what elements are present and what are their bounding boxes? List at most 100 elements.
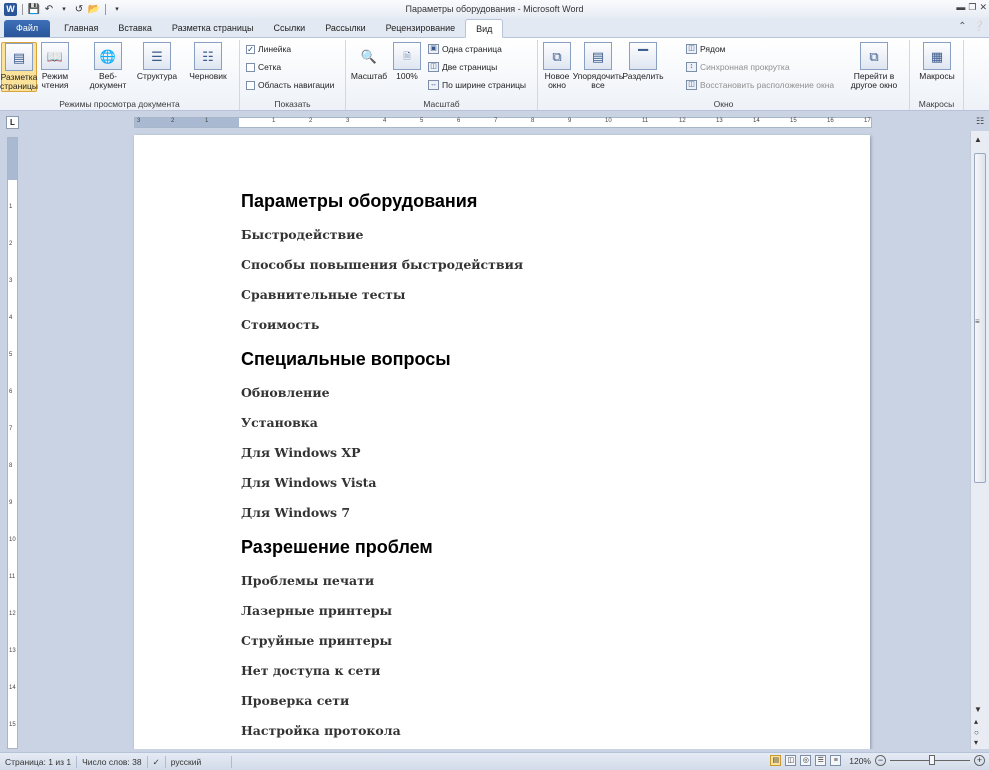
zoom-100-button[interactable]: 🗎 100% — [393, 42, 421, 81]
window-title: Параметры оборудования - Microsoft Word — [405, 4, 584, 14]
heading-2[interactable]: Лазерные принтеры — [241, 603, 392, 618]
heading-2[interactable]: Для Windows XP — [241, 445, 361, 460]
zoom-level[interactable]: 120% — [849, 756, 871, 766]
next-page-icon[interactable]: ▾ — [974, 738, 978, 747]
draft-button[interactable]: ☷ Черновик — [182, 42, 234, 81]
reset-position-label: Восстановить расположение окна — [700, 80, 835, 90]
heading-2[interactable]: Установка — [241, 415, 318, 430]
gridlines-checkbox[interactable]: Сетка — [246, 62, 281, 72]
tab-mailings[interactable]: Рассылки — [315, 20, 375, 37]
zoom-button[interactable]: 🔍 Масштаб — [351, 42, 387, 81]
help-icon[interactable]: ❔ — [973, 21, 985, 32]
heading-2[interactable]: Проблемы печати — [241, 573, 374, 588]
arrange-all-label: Упорядочить все — [572, 71, 624, 90]
tab-references[interactable]: Ссылки — [264, 20, 316, 37]
heading-2[interactable]: Настройка протокола — [241, 723, 401, 738]
zoom-slider-thumb[interactable] — [929, 755, 935, 765]
checkbox-empty-icon[interactable] — [246, 80, 255, 90]
heading-2[interactable]: Способы повышения быстродействия — [241, 257, 523, 272]
draft-view-icon[interactable]: ≡ — [830, 755, 842, 766]
heading-1[interactable]: Специальные вопросы — [241, 349, 451, 370]
ruler-checkbox[interactable]: ✓ Линейка — [246, 44, 291, 54]
dropdown-arrow-icon[interactable]: ▾ — [58, 3, 70, 15]
reset-position-button[interactable]: ◫ Восстановить расположение окна — [686, 80, 834, 90]
split-button[interactable]: ▔ Разделить — [622, 42, 664, 81]
heading-2[interactable]: Обновление — [241, 385, 330, 400]
checkbox-checked-icon[interactable]: ✓ — [246, 44, 255, 54]
heading-2[interactable]: Для Windows Vista — [241, 475, 377, 490]
heading-2[interactable]: Сравнительные тесты — [241, 287, 405, 302]
new-window-button[interactable]: ⧉ Новое окно — [542, 42, 572, 90]
outline-view-icon[interactable]: ☰ — [815, 755, 827, 766]
heading-1[interactable]: Разрешение проблем — [241, 537, 433, 558]
zoom-out-icon[interactable]: − — [875, 755, 886, 766]
prev-page-icon[interactable]: ▴ — [974, 717, 978, 726]
heading-2[interactable]: Струйные принтеры — [241, 633, 392, 648]
zoom-slider[interactable] — [890, 755, 970, 765]
tab-insert[interactable]: Вставка — [108, 20, 161, 37]
proofing-icon[interactable]: ✓ — [148, 755, 166, 768]
heading-2[interactable]: Стоимость — [241, 317, 319, 332]
two-pages-button[interactable]: ◫ Две страницы — [428, 62, 497, 72]
nav-pane-checkbox[interactable]: Область навигации — [246, 80, 334, 90]
web-layout-button[interactable]: 🌐 Веб-документ — [86, 42, 130, 90]
toolbar-divider — [105, 3, 106, 15]
one-page-button[interactable]: ▣ Одна страница — [428, 44, 502, 54]
browse-object-icon[interactable]: ○ — [974, 728, 979, 737]
ruler-tick-label: 12 — [9, 611, 16, 617]
side-by-side-button[interactable]: ◫ Рядом — [686, 44, 726, 54]
zoom-in-icon[interactable]: + — [974, 755, 985, 766]
tab-home[interactable]: Главная — [54, 20, 108, 37]
web-layout-view-icon[interactable]: ◎ — [800, 755, 812, 766]
undo-icon[interactable]: ↶ — [43, 3, 55, 15]
customize-toolbar-icon[interactable]: ▾ — [111, 3, 123, 15]
print-layout-view-icon[interactable]: ▤ — [770, 755, 782, 766]
tab-view[interactable]: Вид — [465, 19, 504, 38]
minimize-icon[interactable]: ▬ — [956, 2, 965, 13]
full-reading-button[interactable]: 📖 Режим чтения — [40, 42, 70, 90]
tab-page-layout[interactable]: Разметка страницы — [162, 20, 264, 37]
heading-2[interactable]: Быстродействие — [241, 227, 363, 242]
full-reading-view-icon[interactable]: ◫ — [785, 755, 797, 766]
sync-scroll-button[interactable]: ↕ Синхронная прокрутка — [686, 62, 790, 72]
view-ruler-icon[interactable]: ☷ — [973, 116, 987, 129]
document-page[interactable]: Параметры оборудования Быстродействие Спос… — [134, 135, 870, 749]
redo-icon[interactable]: ↺ — [73, 3, 85, 15]
page-count[interactable]: Страница: 1 из 1 — [0, 755, 78, 768]
ruler-tick-label: 14 — [9, 685, 16, 691]
heading-2[interactable]: Проверка сети — [241, 693, 349, 708]
open-folder-icon[interactable]: 📂 — [88, 3, 100, 15]
word-count[interactable]: Число слов: 38 — [77, 755, 148, 768]
ruler-tick-label: 2 — [9, 241, 13, 247]
ruler-tick-label: 1 — [9, 204, 13, 210]
heading-1[interactable]: Параметры оборудования — [241, 191, 477, 212]
page-width-button[interactable]: ↔ По ширине страницы — [428, 80, 526, 90]
document-area[interactable]: Параметры оборудования Быстродействие Спос… — [22, 131, 970, 749]
tab-review[interactable]: Рецензирование — [376, 20, 466, 37]
tab-file[interactable]: Файл — [4, 20, 51, 37]
nav-pane-label: Область навигации — [258, 80, 335, 90]
print-layout-button[interactable]: ▤ Разметка страницы — [0, 42, 38, 92]
scroll-up-icon[interactable]: ▲ — [974, 135, 982, 144]
language-indicator[interactable]: русский — [166, 755, 233, 768]
restore-icon[interactable]: ❐ — [968, 2, 976, 13]
macros-button[interactable]: ▦ Макросы — [919, 42, 955, 81]
group-macros: ▦ Макросы Макросы — [910, 40, 964, 110]
heading-2[interactable]: Для Windows 7 — [241, 505, 350, 520]
save-icon[interactable]: 💾 — [28, 3, 40, 15]
checkbox-empty-icon[interactable] — [246, 62, 255, 72]
macros-icon: ▦ — [923, 42, 951, 70]
switch-windows-button[interactable]: ⧉ Перейти в другое окно — [844, 42, 904, 90]
scroll-down-icon[interactable]: ▼ — [974, 705, 982, 714]
vertical-ruler[interactable]: 12345678910111213141516 — [7, 137, 18, 765]
toolbar-divider — [22, 3, 23, 15]
tab-selector[interactable]: L — [6, 116, 19, 129]
close-icon[interactable]: ✕ — [979, 2, 987, 13]
arrange-all-button[interactable]: ▤ Упорядочить все — [573, 42, 623, 90]
horizontal-ruler[interactable]: 3 2 1 1 2 3 4 5 6 7 8 9 10 11 12 13 14 15 16 17 — [134, 117, 872, 128]
vertical-scrollbar[interactable]: ▲ ≡ ▼ ▴ ○ ▾ — [970, 131, 989, 749]
minimize-ribbon-icon[interactable]: ⌃ — [958, 21, 966, 32]
outline-button[interactable]: ☰ Структура — [136, 42, 178, 81]
word-app-icon[interactable]: W — [4, 2, 17, 16]
heading-2[interactable]: Нет доступа к сети — [241, 663, 380, 678]
